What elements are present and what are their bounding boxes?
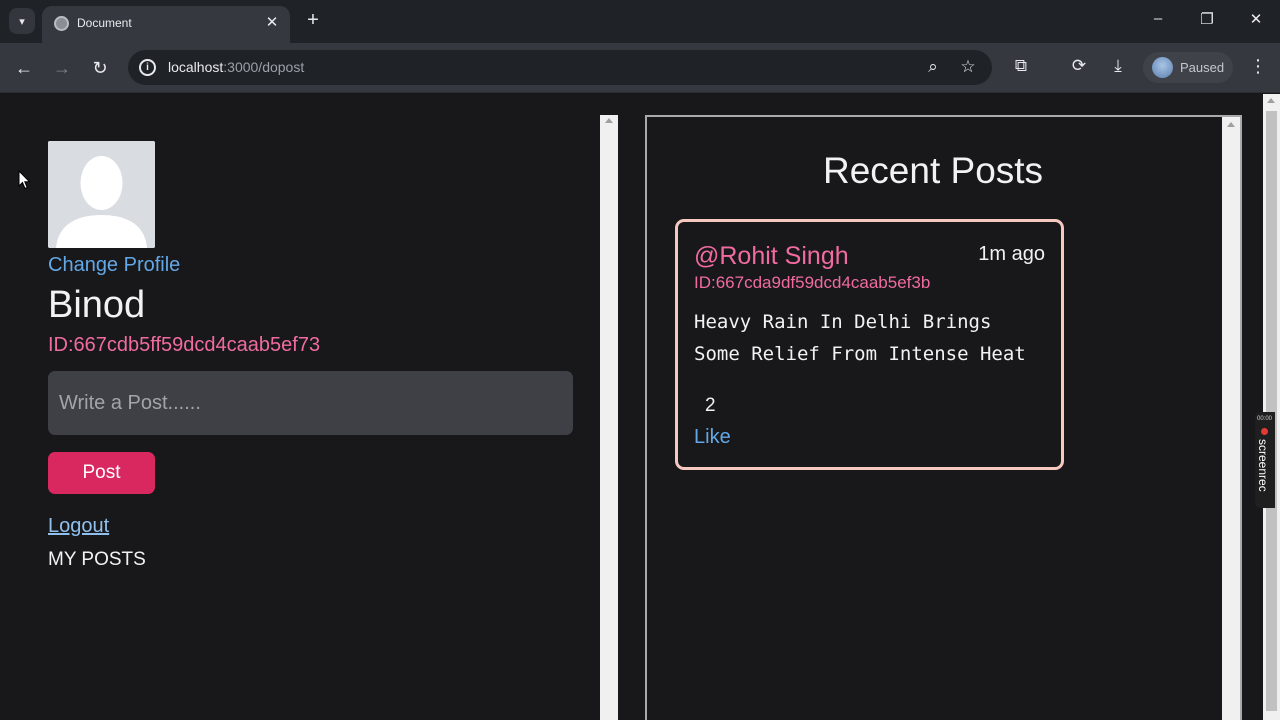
page-content: Change Profile Binod ID:667cdb5ff59dcd4c… [0, 94, 1280, 720]
performance-icon[interactable]: ⟳ [1067, 56, 1091, 76]
globe-icon [54, 16, 69, 31]
screen-recorder-badge[interactable]: 00:00 screenrec [1255, 412, 1275, 508]
post-card: @Rohit Singh 1m ago ID:667cda9df59dcd4ca… [675, 219, 1064, 470]
browser-toolbar: ← → ↻ i localhost:3000/dopost ⌕ ☆ ⧉ ⟳ ⤓ [0, 43, 1280, 93]
tab-search-button[interactable]: ▾ [9, 8, 35, 34]
scroll-up-arrow-icon[interactable] [605, 118, 613, 123]
extensions-icon[interactable]: ⧉ [1009, 56, 1033, 76]
address-bar[interactable]: i localhost:3000/dopost ⌕ ☆ [128, 50, 992, 85]
download-icon[interactable]: ⤓ [1106, 56, 1130, 76]
new-tab-button[interactable]: + [302, 9, 324, 31]
profile-avatar-icon [1152, 57, 1173, 78]
user-name: Binod [48, 284, 146, 326]
post-button[interactable]: Post [48, 452, 155, 494]
zoom-icon[interactable]: ⌕ [922, 57, 944, 77]
change-profile-link[interactable]: Change Profile [48, 254, 180, 277]
back-button[interactable]: ← [12, 56, 36, 80]
like-button[interactable]: Like [694, 426, 731, 449]
close-window-button[interactable]: ✕ [1244, 10, 1268, 28]
logout-link[interactable]: Logout [48, 515, 109, 538]
profile-status: Paused [1180, 60, 1225, 75]
site-info-icon[interactable]: i [139, 59, 156, 76]
like-count: 2 [705, 395, 716, 416]
left-panel-scrollbar[interactable] [600, 115, 618, 720]
recent-posts-title: Recent Posts [823, 150, 1044, 191]
page-scrollbar[interactable] [1263, 94, 1280, 720]
minimize-button[interactable]: – [1146, 10, 1170, 27]
scroll-up-arrow-icon[interactable] [1227, 122, 1235, 127]
scrollbar-thumb[interactable] [1266, 111, 1277, 711]
browser-tab-bar: ▾ Document ✕ + – ❐ ✕ [0, 0, 1280, 43]
default-avatar-icon [48, 141, 155, 248]
profile-button[interactable]: Paused [1143, 52, 1233, 83]
recorder-label: screenrec [1256, 439, 1270, 492]
tab-title: Document [77, 16, 132, 30]
post-content: Heavy Rain In Delhi Brings Some Relief F… [694, 311, 1026, 365]
profile-picture [48, 141, 155, 248]
bookmark-star-icon[interactable]: ☆ [957, 57, 979, 77]
mouse-cursor-icon [18, 170, 31, 190]
url-text: localhost:3000/dopost [168, 59, 305, 75]
restore-button[interactable]: ❐ [1195, 10, 1219, 28]
reload-button[interactable]: ↻ [88, 56, 112, 80]
posts-frame-scrollbar[interactable] [1222, 117, 1240, 720]
close-tab-icon[interactable]: ✕ [262, 13, 282, 33]
browser-tab[interactable]: Document ✕ [42, 6, 290, 43]
scroll-up-arrow-icon[interactable] [1267, 98, 1275, 103]
post-author: @Rohit Singh [694, 242, 849, 270]
user-id: ID:667cdb5ff59dcd4caab5ef73 [48, 334, 321, 356]
forward-button[interactable]: → [50, 56, 74, 80]
recorder-time: 00:00 [1257, 416, 1273, 422]
post-id: ID:667cda9df59dcd4caab5ef3b [694, 273, 931, 292]
browser-menu-icon[interactable]: ⋮ [1249, 56, 1267, 77]
post-time: 1m ago [978, 243, 1045, 265]
post-input[interactable] [48, 371, 573, 435]
record-dot-icon [1261, 428, 1268, 435]
my-posts-heading: MY POSTS [48, 549, 146, 570]
